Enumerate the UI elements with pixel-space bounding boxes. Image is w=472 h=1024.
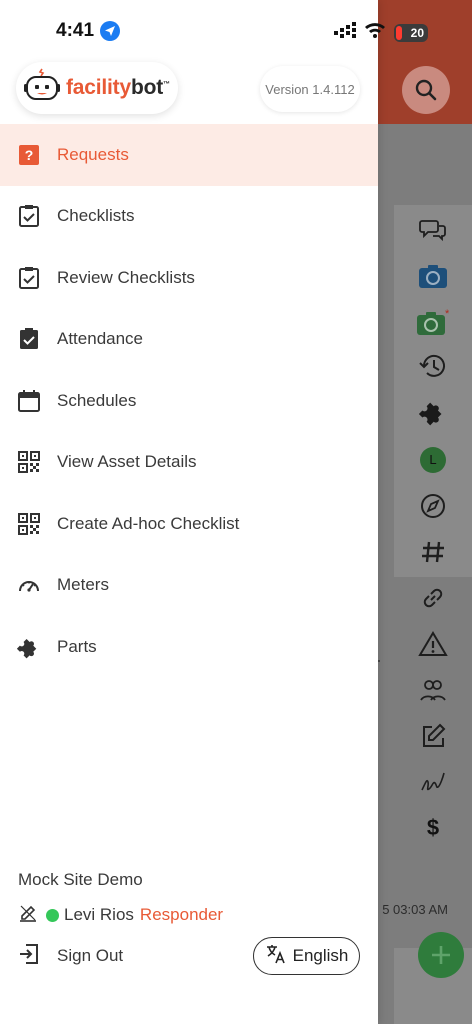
dollar-icon[interactable]: $ xyxy=(406,808,460,848)
navigation-drawer: facilitybot™ Version 1.4.112 ? Requests … xyxy=(0,0,378,1024)
menu-item-checklists[interactable]: Checklists xyxy=(0,186,378,248)
signature-icon[interactable] xyxy=(406,762,460,802)
pencil-icon xyxy=(18,903,38,928)
puzzle-icon xyxy=(17,635,41,659)
battery-icon: 20 xyxy=(394,23,428,42)
clipboard-check-icon xyxy=(17,266,41,290)
menu-item-attendance[interactable]: Attendance xyxy=(0,309,378,371)
menu-item-view-asset-details[interactable]: View Asset Details xyxy=(0,432,378,494)
menu-item-label: Parts xyxy=(57,636,97,656)
version-badge: Version 1.4.112 xyxy=(260,66,360,112)
menu-item-label: Schedules xyxy=(57,390,137,410)
menu-item-label: Review Checklists xyxy=(57,267,195,287)
battery-level: 20 xyxy=(410,25,424,40)
add-fab-button[interactable] xyxy=(418,932,464,978)
link-icon[interactable] xyxy=(406,578,460,618)
puzzle-icon[interactable] xyxy=(406,392,460,432)
avatar[interactable]: L xyxy=(406,440,460,480)
menu-item-label: Attendance xyxy=(57,329,144,349)
facilitybot-logo: facilitybot™ xyxy=(16,62,178,114)
history-icon[interactable] xyxy=(406,346,460,386)
robot-logo-icon xyxy=(22,66,62,111)
status-bar: 4:41 20 xyxy=(0,0,472,60)
menu-item-label: Checklists xyxy=(57,206,135,226)
svg-text:*: * xyxy=(445,308,450,320)
sign-out-label: Sign Out xyxy=(57,946,124,965)
translate-icon xyxy=(265,943,287,970)
menu-item-requests[interactable]: ? Requests xyxy=(0,124,378,186)
question-square-icon: ? xyxy=(17,143,41,167)
menu-item-parts[interactable]: Parts xyxy=(0,616,378,678)
compass-icon[interactable] xyxy=(406,486,460,526)
status-icons: 20 xyxy=(334,22,428,43)
location-icon xyxy=(100,21,121,41)
menu-item-label: Requests xyxy=(57,144,129,164)
language-button[interactable]: English xyxy=(253,937,360,975)
edit-icon[interactable] xyxy=(406,716,460,756)
user-name: Levi Rios xyxy=(64,905,134,924)
sign-out-button[interactable]: Sign Out xyxy=(17,940,123,972)
warning-icon[interactable] xyxy=(406,624,460,664)
user-info: Levi Rios Responder xyxy=(18,904,223,926)
clipboard-check-filled-icon xyxy=(17,327,41,351)
hashtag-icon[interactable] xyxy=(406,532,460,572)
menu-item-meters[interactable]: Meters xyxy=(0,555,378,617)
sign-out-icon xyxy=(17,942,41,971)
camera-required-icon[interactable]: * xyxy=(406,302,460,342)
camera-icon[interactable] xyxy=(406,256,460,296)
menu-item-create-ad-hoc-checklist[interactable]: Create Ad-hoc Checklist xyxy=(0,493,378,555)
search-icon[interactable] xyxy=(402,66,450,114)
menu-item-review-checklists[interactable]: Review Checklists xyxy=(0,247,378,309)
cellular-icon xyxy=(334,22,356,43)
status-time: 4:41 xyxy=(56,20,121,42)
logo-wordmark: facilitybot™ xyxy=(66,76,170,99)
menu-item-label: Meters xyxy=(57,575,109,595)
online-status-dot xyxy=(46,908,59,922)
drawer-menu: ? Requests Checklists Review Checklists … xyxy=(0,124,378,678)
users-icon[interactable] xyxy=(406,670,460,710)
background-timestamp: 5 03:03 AM xyxy=(382,902,448,917)
language-label: English xyxy=(292,946,349,965)
gauge-icon xyxy=(17,573,41,597)
wifi-icon xyxy=(364,22,386,43)
site-name: Mock Site Demo xyxy=(18,870,143,889)
menu-item-label: Create Ad-hoc Checklist xyxy=(57,513,240,533)
menu-item-label: View Asset Details xyxy=(57,452,197,472)
status-time-text: 4:41 xyxy=(56,20,95,41)
svg-text:?: ? xyxy=(25,147,34,163)
calendar-icon xyxy=(17,389,41,413)
user-role: Responder xyxy=(139,905,224,924)
qr-code-icon xyxy=(17,512,41,536)
chat-icon[interactable] xyxy=(406,210,460,250)
clipboard-check-icon xyxy=(17,204,41,228)
menu-item-schedules[interactable]: Schedules xyxy=(0,370,378,432)
avatar-letter: L xyxy=(429,452,437,467)
qr-code-icon xyxy=(17,450,41,474)
